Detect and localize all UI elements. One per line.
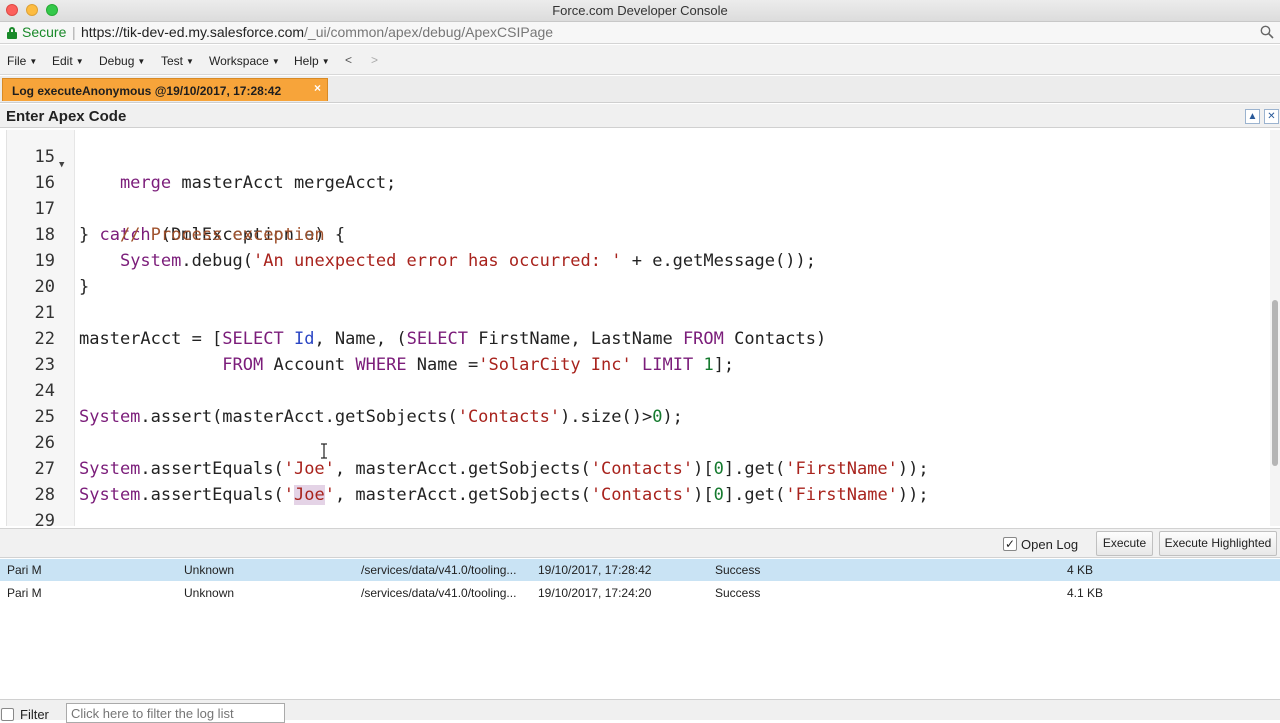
code-line: 16 ▼ } catch (DmlException e) { [7, 144, 1268, 245]
code-line: 20 [7, 248, 1268, 297]
tab-log-execute-anonymous[interactable]: Log executeAnonymous @19/10/2017, 17:28:… [2, 78, 328, 101]
forward-button[interactable]: > [371, 53, 378, 67]
zoom-icon[interactable] [1260, 25, 1274, 39]
chevron-down-icon: ▼ [75, 57, 84, 66]
code-line: 21 masterAcct = [SELECT Id, Name, (SELEC… [7, 274, 1268, 349]
execute-button[interactable]: Execute [1096, 531, 1153, 556]
menu-edit[interactable]: Edit ▼ [52, 54, 84, 68]
chevron-down-icon: ▼ [321, 57, 330, 66]
menu-test[interactable]: Test ▼ [161, 54, 194, 68]
execute-highlighted-button[interactable]: Execute Highlighted [1159, 531, 1277, 556]
log-time: 19/10/2017, 17:28:42 [538, 563, 652, 577]
code-line: 18 System.debug('An unexpected error has… [7, 196, 1268, 271]
panel-title: Enter Apex Code [6, 108, 127, 125]
table-row[interactable]: Pari M Unknown /services/data/v41.0/tool… [0, 582, 1280, 604]
menu-file-label: File [7, 54, 27, 68]
tab-label: Log executeAnonymous @19/10/2017, 17:28:… [12, 84, 282, 98]
filter-input[interactable] [66, 703, 285, 723]
close-icon[interactable]: ✕ [1264, 109, 1279, 124]
log-user: Pari M [7, 563, 42, 577]
url-separator: | [72, 24, 76, 40]
log-request: /services/data/v41.0/tooling... [361, 563, 517, 577]
window-title-bar: Force.com Developer Console [0, 0, 1280, 22]
open-log-label: Open Log [1021, 537, 1079, 552]
window-title: Force.com Developer Console [552, 3, 728, 18]
menu-workspace[interactable]: Workspace ▼ [209, 54, 280, 68]
code-line: 26 System.assertEquals('Joe', masterAcct… [7, 404, 1268, 479]
url-text[interactable]: https://tik-dev-ed.my.salesforce.com/_ui… [81, 24, 553, 40]
code-line: 15 merge masterAcct mergeAcct; [7, 130, 1268, 193]
close-icon[interactable]: × [314, 81, 321, 95]
code-line: 28 [7, 456, 1268, 505]
url-host: https://tik-dev-ed.my.salesforce.com [81, 24, 305, 40]
url-path: /_ui/common/apex/debug/ApexCSIPage [304, 24, 554, 40]
menu-file[interactable]: File ▼ [7, 54, 37, 68]
log-user: Pari M [7, 586, 42, 600]
log-size: 4.1 KB [1067, 586, 1104, 600]
menu-debug[interactable]: Debug ▼ [99, 54, 145, 68]
log-status: Success [715, 563, 761, 577]
menu-debug-label: Debug [99, 54, 135, 68]
url-bar[interactable]: Secure | https://tik-dev-ed.my.salesforc… [0, 22, 1280, 44]
chevron-down-icon: ▼ [29, 57, 38, 66]
menu-bar: File ▼ Edit ▼ Debug ▼ Test ▼ Workspace ▼ Help… [0, 45, 1280, 75]
execute-bar: ✓ Open Log Execute Execute Highlighted [0, 528, 1280, 558]
collapse-icon[interactable]: ▲ [1245, 109, 1260, 124]
log-application: Unknown [184, 586, 235, 600]
code-line: 19 } [7, 222, 1268, 297]
code-line: 22 FROM Account WHERE Name ='SolarCity I… [7, 300, 1268, 375]
code-line: 17 // Process exception [7, 170, 1268, 245]
open-log-checkbox[interactable]: ✓ [1003, 537, 1017, 551]
log-request: /services/data/v41.0/tooling... [361, 586, 517, 600]
menu-workspace-label: Workspace [209, 54, 269, 68]
filter-checkbox[interactable] [1, 708, 14, 721]
code-line: 30 [7, 508, 1268, 526]
chevron-down-icon: ▼ [186, 57, 194, 66]
menu-edit-label: Edit [52, 54, 73, 68]
back-button[interactable]: < [345, 53, 352, 67]
menu-test-label: Test [161, 54, 184, 68]
log-status: Success [715, 586, 761, 600]
code-line: 27 System.assertEquals('Joe', masterAcct… [7, 430, 1268, 505]
scrollbar-thumb[interactable] [1272, 300, 1278, 466]
filter-bar: Filter [0, 699, 1280, 723]
table-row[interactable]: Pari M Unknown /services/data/v41.0/tool… [0, 559, 1280, 581]
code-line: 25 [7, 378, 1268, 427]
log-size: 4 KB [1067, 563, 1094, 577]
code-line: 23 [7, 326, 1268, 375]
editor-scrollbar[interactable] [1270, 130, 1280, 526]
menu-help[interactable]: Help ▼ [294, 54, 330, 68]
code-line: 29 [7, 482, 1268, 526]
text-cursor-icon [321, 443, 327, 459]
menu-help-label: Help [294, 54, 319, 68]
apex-code-editor[interactable]: 15 merge masterAcct mergeAcct; 16 ▼ } ca… [6, 130, 1268, 526]
log-application: Unknown [184, 563, 235, 577]
apex-code-panel-header: Enter Apex Code ▲ ✕ [0, 104, 1280, 128]
lock-icon [7, 27, 17, 39]
code-line: 24 System.assert(masterAcct.getSobjects(… [7, 352, 1268, 427]
tab-strip: Log executeAnonymous @19/10/2017, 17:28:… [0, 76, 1280, 103]
chevron-down-icon: ▼ [137, 57, 146, 66]
chevron-down-icon: ▼ [271, 57, 280, 66]
log-list: Pari M Unknown /services/data/v41.0/tool… [0, 559, 1280, 699]
secure-label: Secure [22, 24, 67, 40]
log-time: 19/10/2017, 17:24:20 [538, 586, 652, 600]
